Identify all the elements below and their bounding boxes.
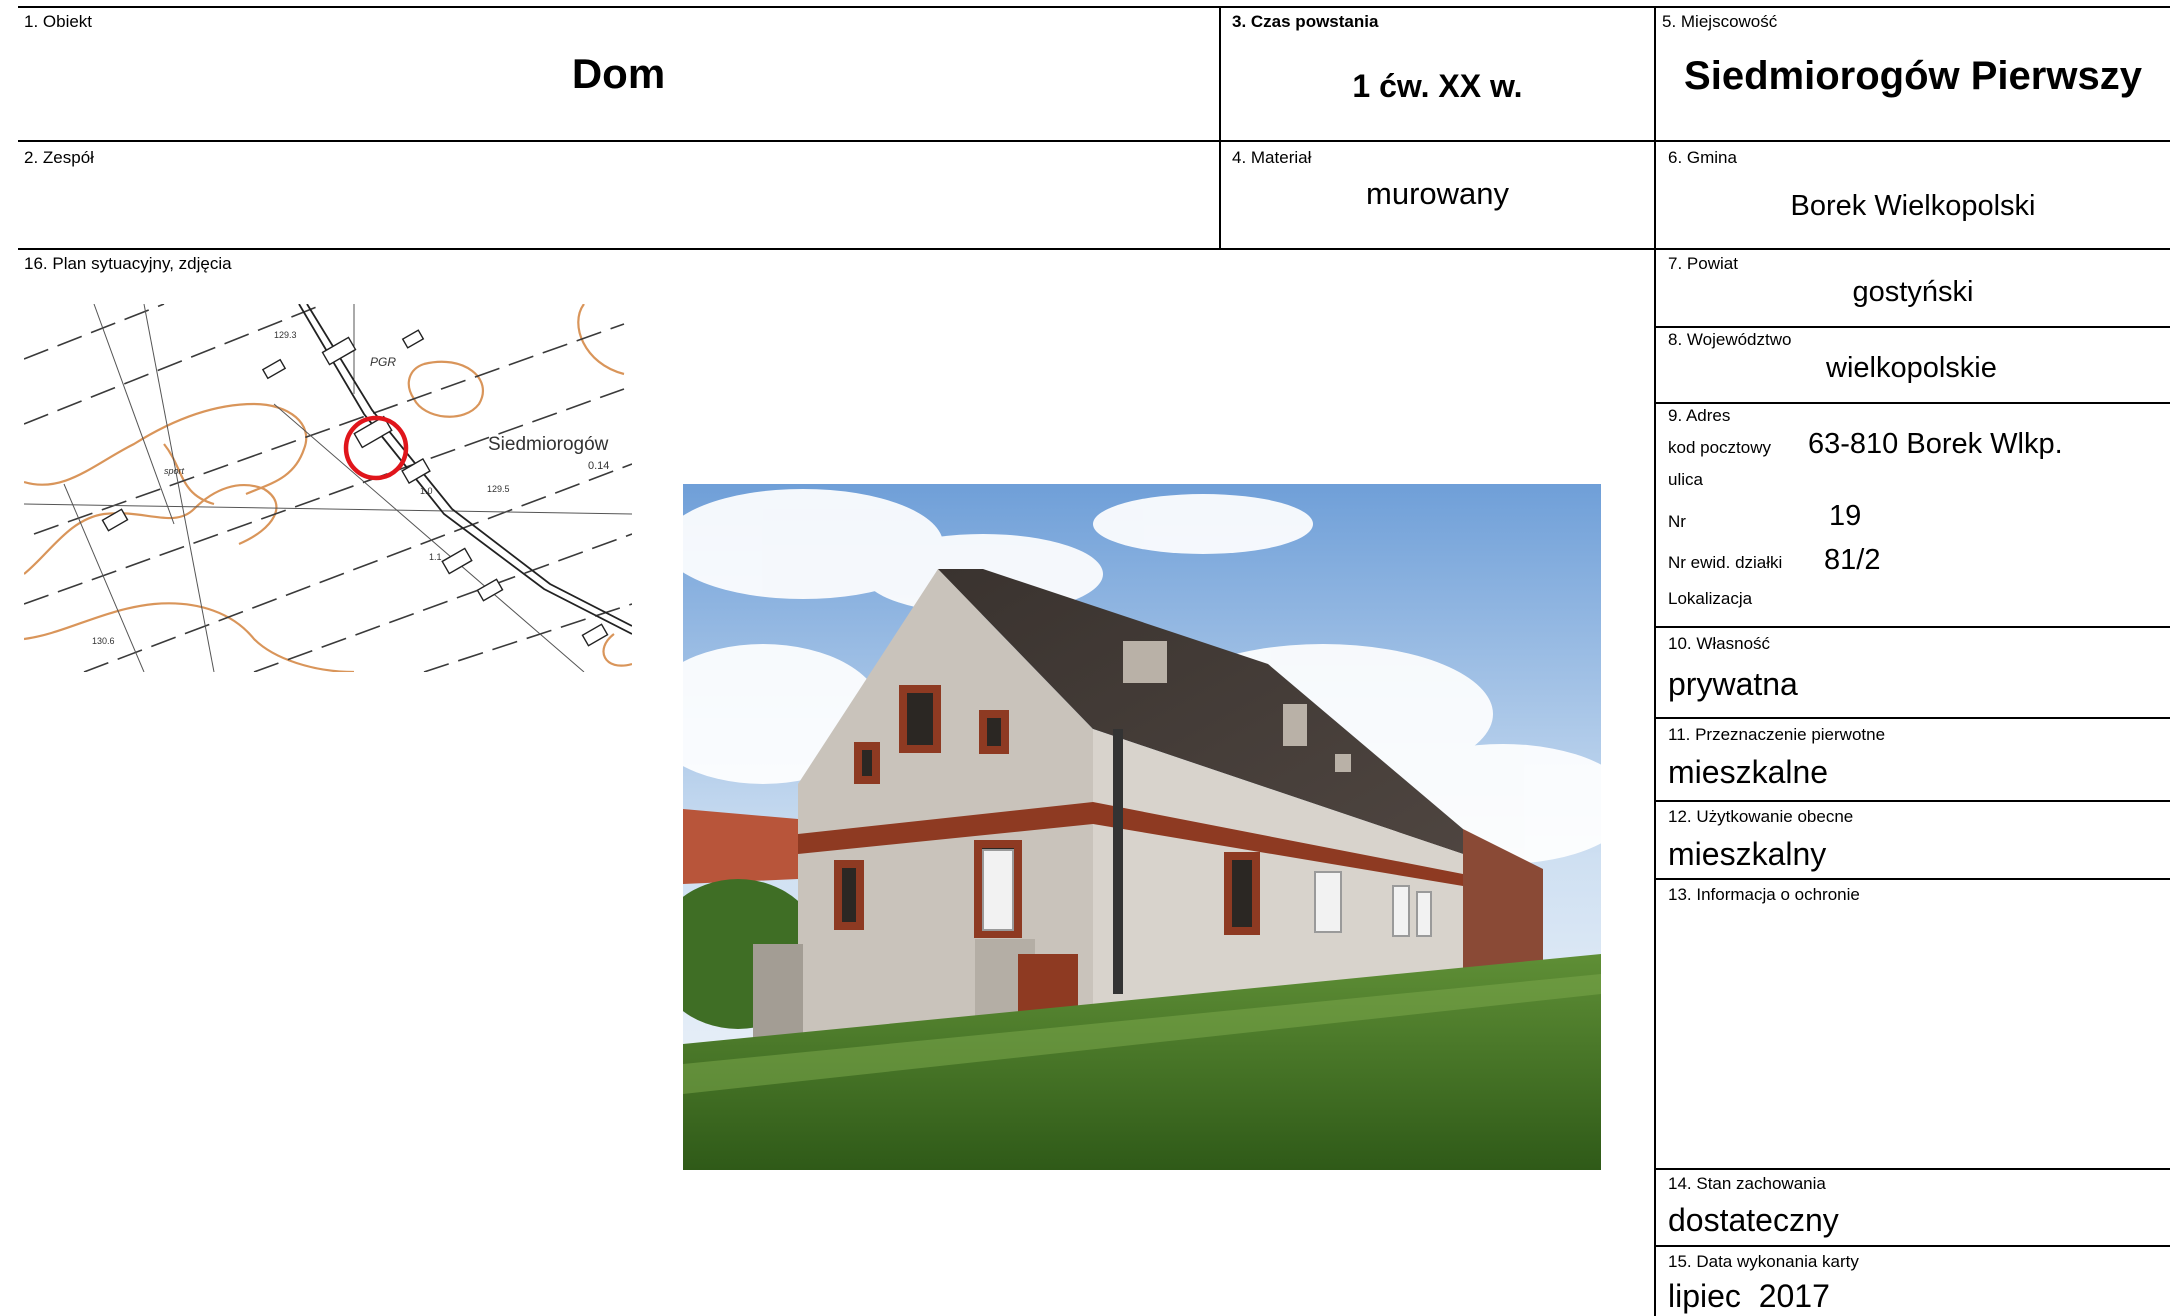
adres-dzialka-value: 81/2 <box>1824 544 1881 576</box>
divider-col1 <box>1219 6 1221 249</box>
data-karty-label: 15. Data wykonania karty <box>1668 1252 1859 1271</box>
map-height-2: 129.5 <box>487 484 510 494</box>
przeznaczenie-value: mieszkalne <box>1668 754 1829 790</box>
gmina-label: 6. Gmina <box>1668 148 1737 167</box>
data-karty-value: lipiec 2017 <box>1668 1278 1830 1314</box>
stan-value: dostateczny <box>1668 1202 1839 1238</box>
divider-r9 <box>1654 626 2170 628</box>
divider-r14 <box>1654 1245 2170 1247</box>
divider-r13 <box>1654 1168 2170 1170</box>
adres-kod-value: 63-810 Borek Wlkp. <box>1808 428 2063 460</box>
map-height-1: 129.3 <box>274 330 297 340</box>
obiekt-label: 1. Obiekt <box>24 12 93 31</box>
site-plan-map: Siedmiorogów 0.14 PGR sport 129.3 129.5 … <box>24 304 632 672</box>
divider-r10 <box>1654 717 2170 719</box>
powiat-label: 7. Powiat <box>1668 254 1738 273</box>
powiat-value: gostyński <box>1852 276 1974 308</box>
photo-chimney-2 <box>1283 704 1307 746</box>
miejscowosc-label: 5. Miejscowość <box>1662 12 1778 31</box>
wlasnosc-value: prywatna <box>1668 666 1798 702</box>
zespol-label: 2. Zespół <box>24 148 94 167</box>
map-elev-label: 0.14 <box>588 460 609 472</box>
divider-r7 <box>1654 326 2170 328</box>
map-sport-label: sport <box>164 466 185 476</box>
adres-nr-label: Nr <box>1668 512 1686 531</box>
map-height-3: 130.6 <box>92 636 115 646</box>
plan-label: 16. Plan sytuacyjny, zdjęcia <box>24 254 232 273</box>
material-label: 4. Materiał <box>1232 148 1312 167</box>
gmina-value: Borek Wielkopolski <box>1790 190 2036 222</box>
house-photo <box>683 484 1601 1170</box>
czas-label: 3. Czas powstania <box>1232 12 1379 31</box>
photo-chimney-3 <box>1335 754 1351 772</box>
ochrona-label: 13. Informacja o ochronie <box>1668 885 1860 904</box>
czas-value: 1 ćw. XX w. <box>1352 68 1523 104</box>
divider-row1 <box>18 140 2170 142</box>
map-height-4: 1.0 <box>420 486 433 496</box>
map-place-label: Siedmiorogów <box>488 434 609 455</box>
adres-label: 9. Adres <box>1668 406 1731 425</box>
material-value: murowany <box>1366 176 1509 211</box>
divider-row2 <box>18 248 2170 250</box>
adres-nr-value: 19 <box>1829 500 1862 532</box>
divider-r11 <box>1654 800 2170 802</box>
frame-top <box>18 6 2170 8</box>
photo-downpipe <box>1113 729 1123 994</box>
map-height-5: 1.1 <box>429 552 442 562</box>
divider-r8 <box>1654 402 2170 404</box>
adres-lokalizacja-label: Lokalizacja <box>1668 589 1753 608</box>
adres-kod-label: kod pocztowy <box>1668 438 1771 457</box>
adres-dzialka-label: Nr ewid. działki <box>1668 553 1783 572</box>
uzytkowanie-value: mieszkalny <box>1668 836 1827 872</box>
photo-neighbour-roof <box>683 809 798 884</box>
photo-chimney-1 <box>1123 641 1167 683</box>
miejscowosc-value: Siedmiorogów Pierwszy <box>1684 54 2142 98</box>
adres-ulica-label: ulica <box>1668 470 1703 489</box>
wlasnosc-label: 10. Własność <box>1668 634 1771 653</box>
divider-r12 <box>1654 878 2170 880</box>
uzytkowanie-label: 12. Użytkowanie obecne <box>1668 807 1854 826</box>
przeznaczenie-label: 11. Przeznaczenie pierwotne <box>1668 725 1886 744</box>
map-pgr-label: PGR <box>370 355 396 369</box>
stan-label: 14. Stan zachowania <box>1668 1174 1826 1193</box>
wojewodztwo-value: wielkopolskie <box>1826 352 1997 384</box>
wojewodztwo-label: 8. Województwo <box>1668 330 1792 349</box>
obiekt-value: Dom <box>571 50 666 97</box>
